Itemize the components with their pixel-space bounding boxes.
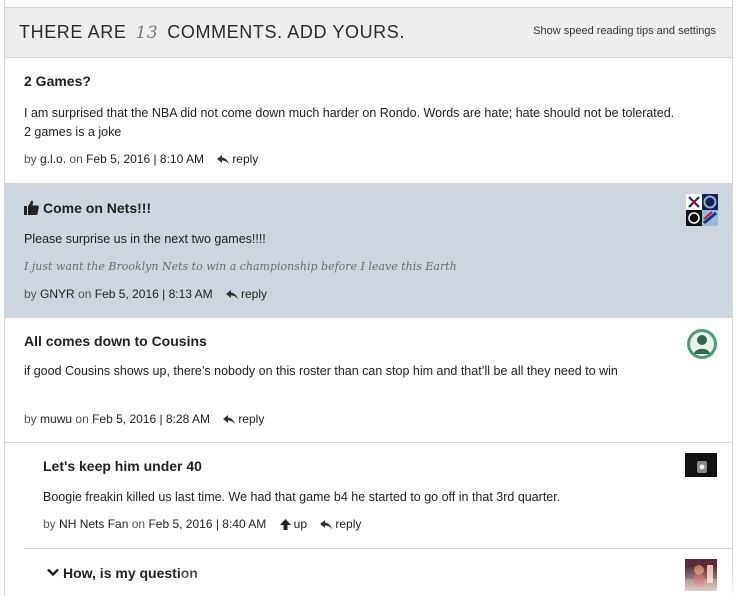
on-label: on [78, 287, 92, 301]
comment-body: if good Cousins shows up, there’s nobody… [24, 364, 618, 378]
thumbs-up-icon [24, 200, 39, 215]
by-label: by [24, 152, 37, 166]
reply-icon [225, 290, 238, 300]
by-label: by [24, 412, 37, 426]
up-label: up [293, 517, 308, 531]
reply-label: reply [238, 412, 265, 426]
reply-label: reply [232, 152, 259, 166]
comments-header: THERE ARE 13 COMMENTS. ADD YOURS. Show spe… [4, 8, 733, 58]
comment-date[interactable]: Feb 5, 2016 | 8:13 AM [95, 287, 213, 301]
comment-2: Come on Nets!!! Please surprise us in th… [4, 184, 733, 318]
comment-title: All comes down to Cousins [24, 333, 207, 349]
reply-button[interactable]: reply [223, 412, 264, 426]
avatar-user[interactable] [685, 559, 717, 591]
user-signature: I just want the Brooklyn Nets to win a c… [24, 260, 457, 273]
comment-5-collapsed: How, is my question [24, 549, 733, 596]
comments-title: THERE ARE 13 COMMENTS. ADD YOURS. [19, 22, 405, 43]
comment-meta: by g.l.o. on Feb 5, 2016 | 8:10 AM reply [24, 152, 258, 166]
speed-reading-tips-link[interactable]: Show speed reading tips and settings [533, 25, 716, 37]
thread-indent-line [4, 443, 5, 596]
comment-body: I am surprised that the NBA did not come… [24, 106, 675, 139]
avatar-user[interactable] [685, 453, 717, 477]
comment-meta: by GNYR on Feb 5, 2016 | 8:13 AM reply [24, 287, 267, 301]
title-suffix[interactable]: COMMENTS. ADD YOURS. [167, 22, 405, 42]
comment-title[interactable]: How, is my question [47, 565, 198, 581]
comment-1: 2 Games? I am surprised that the NBA did… [4, 58, 733, 184]
comment-author[interactable]: NH Nets Fan [59, 517, 128, 531]
comment-count: 13 [135, 23, 159, 43]
reply-button[interactable]: reply [225, 287, 267, 301]
reply-icon [223, 415, 236, 425]
comment-body: Boogie freakin killed us last time. We h… [43, 490, 561, 504]
comment-author[interactable]: g.l.o. [40, 152, 66, 166]
up-button[interactable]: up [279, 517, 308, 531]
on-label: on [75, 412, 89, 426]
comment-4-reply: Let's keep him under 40 Boogie freakin k… [24, 443, 733, 549]
comment-body: Please surprise us in the next two games… [24, 232, 266, 246]
comment-meta: by NH Nets Fan on Feb 5, 2016 | 8:40 AM … [43, 517, 361, 531]
on-label: on [69, 152, 83, 166]
reply-icon [217, 155, 230, 165]
comment-date[interactable]: Feb 5, 2016 | 8:28 AM [92, 412, 210, 426]
avatar-user[interactable] [686, 328, 718, 360]
comment-title-text: How, is my question [63, 565, 198, 581]
reply-label: reply [240, 287, 267, 301]
reply-icon [320, 520, 333, 530]
avatar-team-logos[interactable] [686, 194, 718, 226]
on-label: on [131, 517, 146, 531]
comment-author[interactable]: muwu [40, 412, 72, 426]
comment-date[interactable]: Feb 5, 2016 | 8:10 AM [86, 152, 204, 166]
comment-title: 2 Games? [24, 73, 91, 89]
top-border [4, 0, 733, 8]
reply-label: reply [335, 517, 362, 531]
comment-title-text: Come on Nets!!! [43, 200, 152, 216]
reply-button[interactable]: reply [320, 517, 361, 531]
comment-title: Come on Nets!!! [24, 200, 151, 216]
comment-3: All comes down to Cousins if good Cousin… [4, 318, 733, 443]
title-prefix: THERE ARE [19, 22, 127, 42]
reply-button[interactable]: reply [217, 152, 258, 166]
comment-title: Let's keep him under 40 [43, 458, 202, 474]
comment-author[interactable]: GNYR [40, 287, 75, 301]
by-label: by [24, 287, 37, 301]
comment-meta: by muwu on Feb 5, 2016 | 8:28 AM reply [24, 412, 264, 426]
arrow-up-icon [279, 519, 291, 530]
by-label: by [43, 517, 56, 531]
chevron-down-icon[interactable] [47, 568, 59, 577]
comment-date[interactable]: Feb 5, 2016 | 8:40 AM [148, 517, 266, 531]
